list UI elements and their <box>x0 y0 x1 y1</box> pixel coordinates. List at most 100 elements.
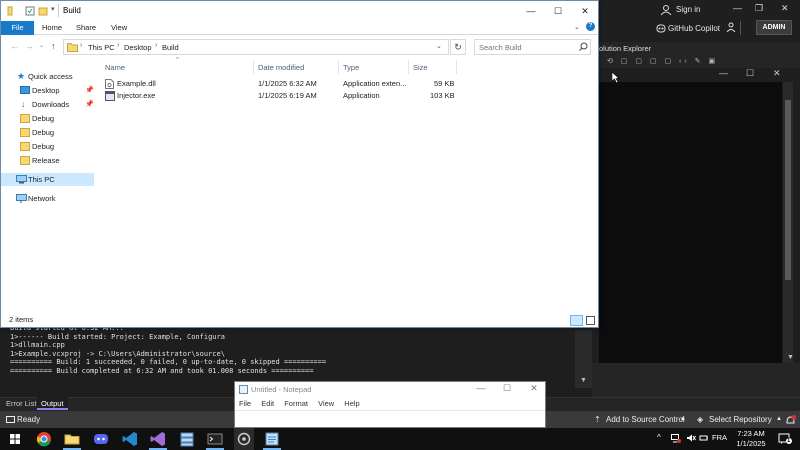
clock[interactable]: 7:23 AM 1/1/2025 <box>728 429 774 449</box>
server-manager-icon[interactable] <box>177 428 197 450</box>
vscode-icon[interactable] <box>120 428 140 450</box>
scroll-down-icon[interactable]: ▼ <box>580 377 587 384</box>
add-to-source-control-button[interactable]: Add to Source Control <box>606 411 685 428</box>
nav-item-downloads[interactable]: ↓ Downloads 📌 <box>1 98 94 111</box>
user-icon[interactable] <box>660 5 672 15</box>
pin-icon[interactable]: 📌 <box>85 84 94 97</box>
recent-locations-icon[interactable]: ⌄ <box>39 42 44 49</box>
breadcrumb-this-pc[interactable]: This PC <box>88 43 115 52</box>
start-windows-icon[interactable] <box>5 428 25 450</box>
admin-badge[interactable]: ADMIN <box>756 20 792 35</box>
search-box[interactable] <box>474 39 591 55</box>
minimize-button[interactable]: — <box>519 3 543 19</box>
file-explorer-taskbar-icon[interactable] <box>62 428 82 450</box>
visual-studio-icon[interactable] <box>148 428 168 450</box>
console-minimize-button[interactable]: — <box>719 68 728 78</box>
chevron-down-icon[interactable]: ⌄ <box>436 42 442 50</box>
back-arrow-icon[interactable]: ← <box>10 41 19 51</box>
nav-item-release[interactable]: Release <box>1 154 94 167</box>
notepad-minimize-button[interactable]: — <box>471 383 491 393</box>
console-output[interactable] <box>599 82 782 364</box>
properties-icon[interactable] <box>25 6 35 16</box>
search-icon[interactable] <box>579 42 588 51</box>
language-indicator[interactable]: FRA <box>712 433 727 442</box>
menu-view[interactable]: View <box>318 399 334 408</box>
expand-ribbon-icon[interactable]: ⌄ <box>574 23 580 31</box>
menu-file[interactable]: File <box>239 399 251 408</box>
vs-maximize-button[interactable]: ❐ <box>755 3 763 14</box>
menu-format[interactable]: Format <box>284 399 308 408</box>
details-view-icon[interactable] <box>570 315 583 326</box>
console-titlebar[interactable]: — ☐ ✕ <box>599 68 793 82</box>
nav-item-debug[interactable]: Debug <box>1 112 94 125</box>
menu-edit[interactable]: Edit <box>261 399 274 408</box>
breadcrumb-desktop[interactable]: Desktop <box>124 43 152 52</box>
tab-view[interactable]: View <box>111 21 127 35</box>
menu-help[interactable]: Help <box>344 399 359 408</box>
tray-chevron-up-icon[interactable]: ^ <box>657 433 661 442</box>
network-tray-icon[interactable] <box>671 433 681 443</box>
repository-icon[interactable]: ◈ <box>697 411 703 428</box>
explorer-titlebar[interactable] <box>1 1 598 21</box>
chevron-right-icon[interactable]: › <box>117 42 119 49</box>
nav-item-desktop[interactable]: Desktop 📌 <box>1 84 94 97</box>
dropdown-icon[interactable]: ▲ <box>680 411 686 428</box>
share-icon[interactable] <box>726 22 736 32</box>
column-divider[interactable] <box>338 60 339 74</box>
chevron-right-icon[interactable]: › <box>80 42 82 49</box>
vs-minimize-button[interactable]: — <box>733 3 742 13</box>
vs-close-button[interactable]: ✕ <box>781 3 789 14</box>
column-divider[interactable] <box>253 60 254 74</box>
file-explorer-window[interactable]: ▾ Build — ☐ ✕ File Home Share View ⌄ ? ←… <box>0 0 599 328</box>
vs-sign-in-link[interactable]: Sign in <box>676 5 700 14</box>
column-header-name[interactable]: Name <box>105 63 125 73</box>
notepad-close-button[interactable]: ✕ <box>524 383 544 394</box>
notepad-maximize-button[interactable]: ☐ <box>497 383 517 394</box>
notepad-window[interactable]: Untitled - Notepad — ☐ ✕ File Edit Forma… <box>234 381 546 428</box>
source-control-icon[interactable]: ⇡ <box>594 411 601 428</box>
column-header-type[interactable]: Type <box>343 63 359 73</box>
forward-arrow-icon[interactable]: → <box>25 41 34 51</box>
terminal-icon[interactable] <box>205 428 225 450</box>
tab-share[interactable]: Share <box>76 21 96 35</box>
scroll-down-icon[interactable]: ▼ <box>787 354 794 361</box>
pin-icon[interactable]: 📌 <box>85 98 94 111</box>
tab-file[interactable]: File <box>1 21 34 35</box>
refresh-button[interactable]: ↻ <box>450 39 466 55</box>
system-settings-icon[interactable] <box>234 428 254 450</box>
up-arrow-icon[interactable]: ↑ <box>51 41 56 51</box>
tab-output[interactable]: Output <box>37 397 68 410</box>
notepad-taskbar-icon[interactable] <box>262 428 282 450</box>
nav-item-debug[interactable]: Debug <box>1 126 94 139</box>
chrome-icon[interactable] <box>34 428 54 450</box>
speaker-icon[interactable] <box>686 433 696 443</box>
console-maximize-button[interactable]: ☐ <box>746 68 754 79</box>
chevron-right-icon[interactable]: › <box>155 42 157 49</box>
file-row[interactable]: Injector.exe 1/1/2025 6:19 AM Applicatio… <box>101 90 456 102</box>
column-divider[interactable] <box>456 60 457 74</box>
nav-item-debug[interactable]: Debug <box>1 140 94 153</box>
tab-home[interactable]: Home <box>42 21 62 35</box>
dropdown-icon[interactable]: ▲ <box>776 411 782 428</box>
column-divider[interactable] <box>408 60 409 74</box>
discord-icon[interactable] <box>91 428 111 450</box>
select-repository-button[interactable]: Select Repository <box>709 411 772 428</box>
file-row[interactable]: Example.dll 1/1/2025 6:32 AM Application… <box>101 78 456 90</box>
tab-error-list[interactable]: Error List <box>2 397 40 410</box>
new-folder-icon[interactable] <box>38 6 48 16</box>
close-button[interactable]: ✕ <box>573 3 597 19</box>
github-copilot-button[interactable]: GitHub Copilot <box>668 24 720 33</box>
column-header-date[interactable]: Date modified <box>258 63 304 73</box>
maximize-button[interactable]: ☐ <box>546 3 570 19</box>
notification-bell-icon[interactable] <box>785 415 796 425</box>
help-icon[interactable]: ? <box>586 22 595 31</box>
solution-explorer-toolbar[interactable]: ⟲ ▢ ▢ ▢ ▢ ‹› ✎ ▣ <box>599 56 800 68</box>
console-close-button[interactable]: ✕ <box>773 68 781 79</box>
address-bar[interactable]: › This PC › Desktop › Build ⌄ <box>63 39 449 55</box>
column-header-size[interactable]: Size <box>413 63 428 73</box>
copilot-icon[interactable] <box>656 24 666 33</box>
nav-item-network[interactable]: Network <box>1 192 94 205</box>
nav-item-quick-access[interactable]: ★ Quick access <box>1 70 94 83</box>
chevron-down-icon[interactable]: ▾ <box>51 5 55 13</box>
large-icons-view-icon[interactable] <box>586 316 595 325</box>
